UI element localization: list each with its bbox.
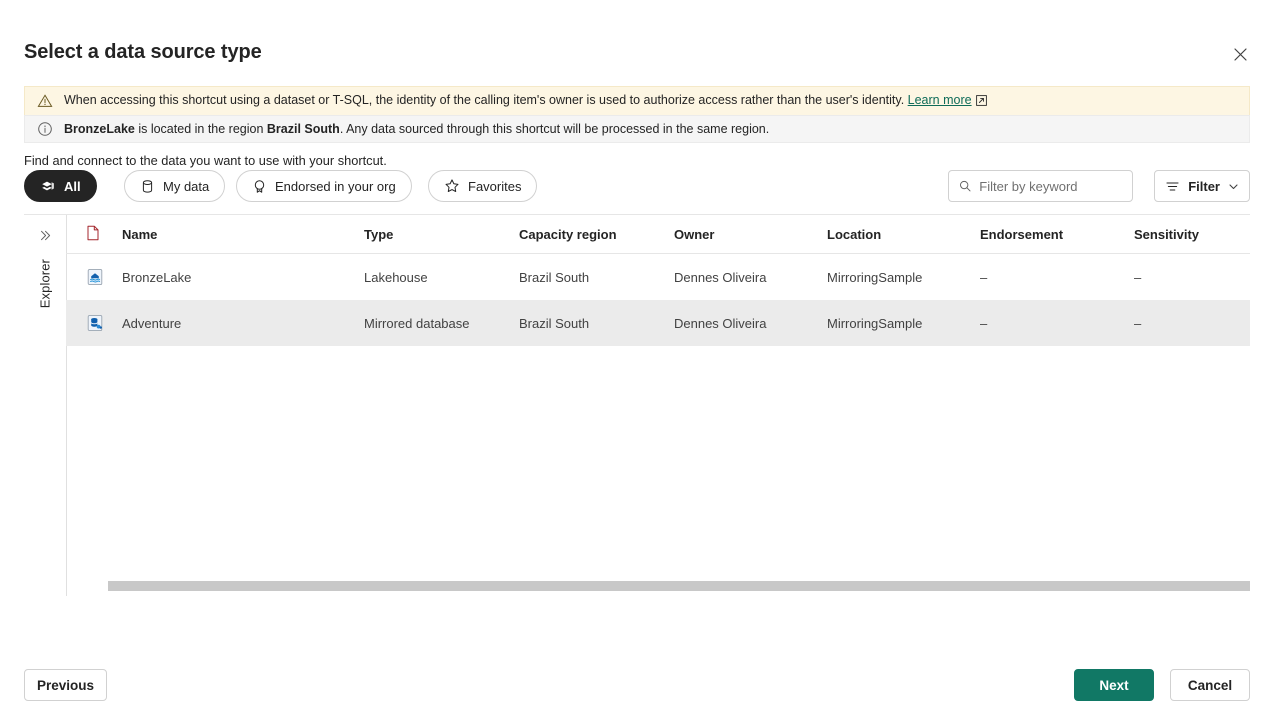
filter-lines-icon (1166, 181, 1179, 191)
table-row[interactable]: BronzeLake Lakehouse Brazil South Dennes… (66, 254, 1250, 301)
column-header-capacity-region[interactable]: Capacity region (519, 215, 674, 254)
info-circle-icon (38, 122, 52, 136)
tab-endorsed-in-your-org[interactable]: Endorsed in your org (236, 170, 412, 202)
tab-favorites[interactable]: Favorites (428, 170, 538, 202)
learn-more-link[interactable]: Learn more (908, 93, 972, 107)
column-header-location[interactable]: Location (827, 215, 980, 254)
lakehouse-icon (86, 268, 104, 286)
search-box[interactable] (948, 170, 1133, 202)
close-button[interactable] (1224, 38, 1256, 70)
cancel-button[interactable]: Cancel (1170, 669, 1250, 701)
column-header-type[interactable]: Type (364, 215, 519, 254)
table-body: BronzeLake Lakehouse Brazil South Dennes… (66, 254, 1250, 346)
row-sensitivity: – (1134, 300, 1250, 346)
row-owner: Dennes Oliveira (674, 300, 827, 346)
tab-my-data-label: My data (163, 178, 210, 194)
data-source-table-container: Name Type Capacity region Owner Location… (66, 215, 1250, 596)
info-banner: BronzeLake is located in the region Braz… (24, 115, 1250, 143)
close-icon (1233, 47, 1247, 61)
warning-banner: When accessing this shortcut using a dat… (24, 86, 1250, 115)
warning-triangle-icon (37, 94, 53, 107)
row-location: MirroringSample (827, 269, 923, 285)
database-icon (140, 179, 155, 194)
row-item-icon-cell (66, 300, 122, 346)
horizontal-scrollbar-thumb[interactable] (108, 581, 1250, 591)
star-icon (444, 178, 460, 194)
column-header-endorsement[interactable]: Endorsement (980, 215, 1134, 254)
filter-toolbar: All My data Endorsed in your org Favorit… (24, 170, 1250, 204)
explorer-label: Explorer (37, 259, 53, 309)
horizontal-scrollbar[interactable] (108, 581, 1250, 591)
next-button[interactable]: Next (1074, 669, 1154, 701)
warning-banner-message: When accessing this shortcut using a dat… (64, 93, 905, 107)
tab-my-data[interactable]: My data (124, 170, 226, 202)
dialog-header: Select a data source type (0, 0, 1274, 86)
previous-button[interactable]: Previous (24, 669, 108, 701)
layers-icon (40, 178, 56, 194)
tab-favorites-label: Favorites (468, 178, 522, 194)
row-name: BronzeLake (122, 269, 192, 285)
info-banner-text: BronzeLake is located in the region Braz… (64, 121, 769, 137)
row-type: Mirrored database (364, 300, 519, 346)
warning-banner-text: When accessing this shortcut using a dat… (64, 92, 987, 110)
row-owner: Dennes Oliveira (674, 269, 767, 285)
column-header-sensitivity[interactable]: Sensitivity (1134, 215, 1250, 254)
tab-all-label: All (64, 178, 81, 194)
info-banner-item-name: BronzeLake (64, 122, 135, 136)
row-name: Adventure (122, 300, 364, 346)
data-source-table: Name Type Capacity region Owner Location… (66, 215, 1250, 346)
info-banner-part2: is located in the region (134, 122, 267, 136)
tab-all[interactable]: All (24, 170, 97, 202)
row-capacity-region: Brazil South (519, 269, 590, 285)
dialog-footer: Previous Next Cancel (24, 669, 1250, 701)
document-icon (87, 225, 99, 240)
explorer-rail[interactable]: Explorer (24, 215, 67, 596)
row-endorsement: – (980, 300, 1134, 346)
chevron-double-right-icon[interactable] (39, 229, 52, 246)
search-input[interactable] (979, 178, 1124, 194)
mirrored-database-icon (86, 314, 104, 332)
column-header-name[interactable]: Name (122, 215, 364, 254)
info-banner-region: Brazil South (266, 122, 340, 136)
filter-button-label: Filter (1188, 178, 1220, 194)
row-type: Lakehouse (364, 269, 428, 285)
filter-button[interactable]: Filter (1154, 170, 1250, 202)
open-in-new-icon (975, 94, 987, 110)
info-banner-part3: . Any data sourced through this shortcut… (339, 122, 770, 136)
dialog-subtitle: Find and connect to the data you want to… (24, 153, 387, 168)
badge-icon (252, 179, 267, 194)
select-data-source-dialog: Select a data source type When accessing… (0, 0, 1274, 719)
tab-endorsed-label: Endorsed in your org (275, 178, 396, 194)
search-icon (960, 180, 971, 192)
table-header-row: Name Type Capacity region Owner Location… (66, 215, 1250, 254)
table-row[interactable]: Adventure Mirrored database Brazil South… (66, 300, 1250, 346)
row-sensitivity: – (1134, 269, 1142, 285)
content-area: Explorer Name Type Capacity region Owner… (24, 214, 1250, 596)
column-header-owner[interactable]: Owner (674, 215, 827, 254)
row-item-icon-cell (66, 254, 122, 301)
column-header-icon (66, 215, 122, 254)
table-header: Name Type Capacity region Owner Location… (66, 215, 1250, 254)
row-location: MirroringSample (827, 300, 980, 346)
page-title: Select a data source type (24, 41, 262, 63)
row-endorsement: – (980, 269, 988, 285)
chevron-down-icon (1229, 183, 1238, 189)
row-capacity-region: Brazil South (519, 300, 674, 346)
